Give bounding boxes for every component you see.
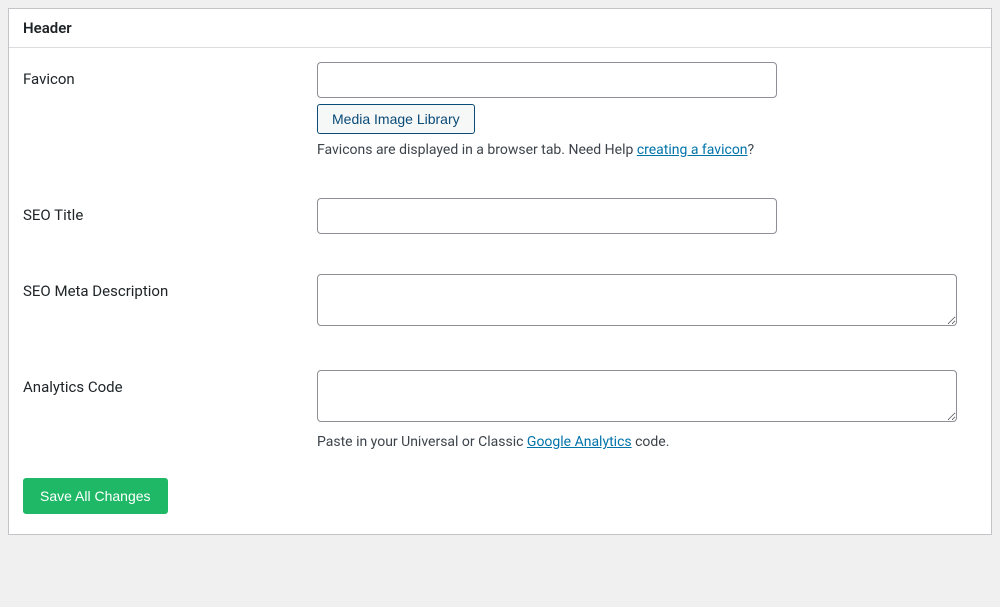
favicon-row: Favicon Media Image Library Favicons are…: [23, 62, 977, 158]
analytics-textarea[interactable]: [317, 370, 957, 422]
favicon-description: Favicons are displayed in a browser tab.…: [317, 142, 977, 158]
favicon-label: Favicon: [23, 62, 317, 88]
panel-header: Header: [9, 9, 991, 48]
analytics-help-suffix: code.: [632, 434, 670, 450]
header-settings-panel: Header Favicon Media Image Library Favic…: [8, 8, 992, 535]
media-library-button[interactable]: Media Image Library: [317, 104, 475, 134]
seo-meta-row: SEO Meta Description: [23, 274, 977, 330]
favicon-help-suffix: ?: [748, 142, 755, 158]
seo-meta-textarea[interactable]: [317, 274, 957, 326]
panel-title: Header: [23, 19, 977, 37]
analytics-label: Analytics Code: [23, 370, 317, 396]
favicon-help-prefix: Favicons are displayed in a browser tab.…: [317, 142, 637, 158]
save-button[interactable]: Save All Changes: [23, 478, 168, 514]
seo-meta-label: SEO Meta Description: [23, 274, 317, 300]
analytics-row: Analytics Code Paste in your Universal o…: [23, 370, 977, 450]
analytics-description: Paste in your Universal or Classic Googl…: [317, 434, 977, 450]
analytics-field: Paste in your Universal or Classic Googl…: [317, 370, 977, 450]
seo-title-label: SEO Title: [23, 198, 317, 224]
seo-meta-field: [317, 274, 977, 330]
analytics-help-link[interactable]: Google Analytics: [527, 434, 632, 450]
seo-title-input[interactable]: [317, 198, 777, 234]
seo-title-row: SEO Title: [23, 198, 977, 234]
analytics-help-prefix: Paste in your Universal or Classic: [317, 434, 527, 450]
favicon-help-link[interactable]: creating a favicon: [637, 142, 748, 158]
panel-body: Favicon Media Image Library Favicons are…: [9, 48, 991, 534]
seo-title-field: [317, 198, 977, 234]
favicon-field: Media Image Library Favicons are display…: [317, 62, 977, 158]
favicon-input[interactable]: [317, 62, 777, 98]
